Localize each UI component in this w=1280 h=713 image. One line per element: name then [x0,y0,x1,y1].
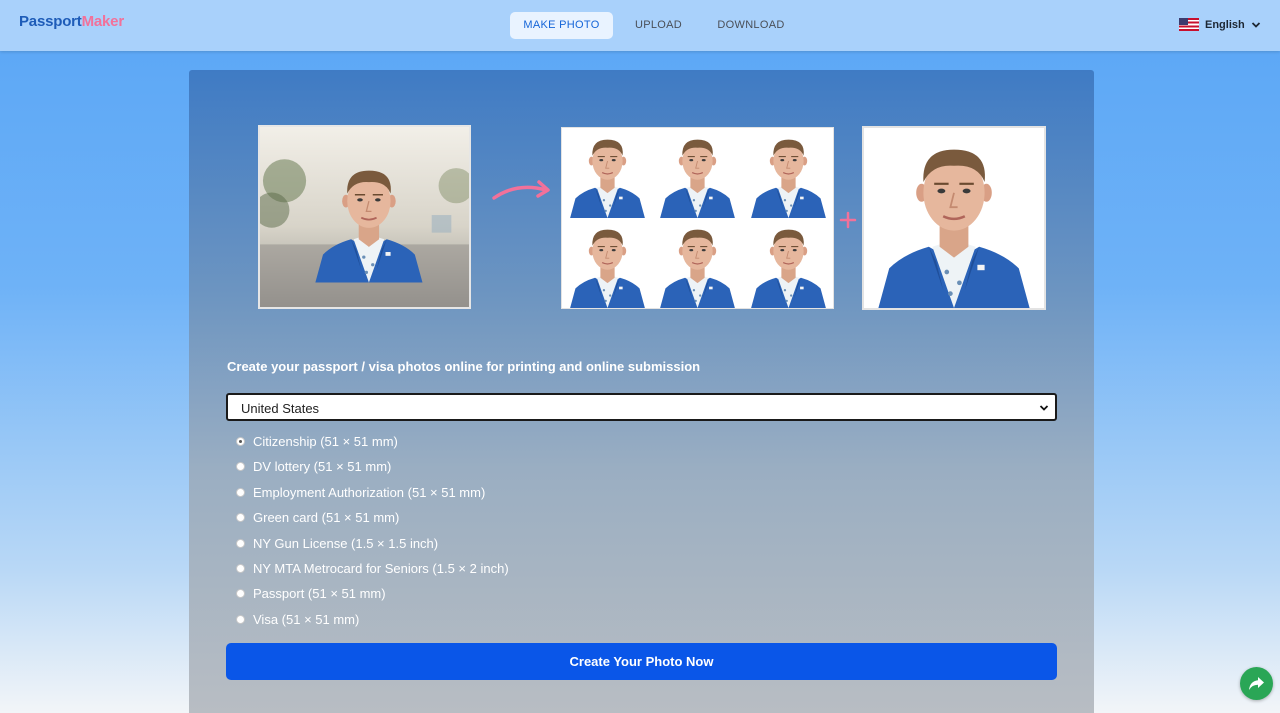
radio-button[interactable] [236,615,245,624]
document-type-label: Green card (51 × 51 mm) [253,510,400,525]
document-type-label: NY MTA Metrocard for Seniors (1.5 × 2 in… [253,561,509,576]
share-arrow-icon [1249,677,1264,690]
brand-name-part1: Passport [19,13,82,30]
share-button[interactable] [1240,667,1273,700]
top-navigation-bar: PassportMaker MAKE PHOTO UPLOAD DOWNLOAD… [0,0,1280,51]
language-label: English [1205,19,1245,31]
print-sheet-preview [561,127,834,309]
document-type-label: NY Gun License (1.5 × 1.5 inch) [253,536,439,551]
document-type-option[interactable]: NY MTA Metrocard for Seniors (1.5 × 2 in… [236,560,636,578]
document-type-option[interactable]: DV lottery (51 × 51 mm) [236,458,636,476]
document-type-option[interactable]: NY Gun License (1.5 × 1.5 inch) [236,535,636,553]
nav-download[interactable]: DOWNLOAD [711,12,791,39]
print-sheet-photo [744,129,833,218]
document-type-label: DV lottery (51 × 51 mm) [253,459,392,474]
document-type-label: Citizenship (51 × 51 mm) [253,434,398,449]
brand-logo[interactable]: PassportMaker [19,13,124,30]
radio-button[interactable] [236,589,245,598]
document-type-option[interactable]: Green card (51 × 51 mm) [236,509,636,527]
chevron-down-icon [1251,22,1261,28]
document-type-label: Passport (51 × 51 mm) [253,586,386,601]
country-select[interactable]: United States [226,393,1057,421]
sample-original-photo [258,125,471,309]
radio-button[interactable] [236,462,245,471]
print-sheet-photo [563,129,652,218]
print-sheet-photo [563,219,652,308]
brand-name-part2: Maker [81,13,125,30]
print-sheet-photo [653,129,742,218]
print-sheet-photo [653,219,742,308]
nav-make-photo[interactable]: MAKE PHOTO [510,12,613,39]
chevron-down-icon [1039,405,1049,411]
us-flag-icon [1179,18,1199,31]
radio-button[interactable] [236,564,245,573]
radio-button[interactable] [236,513,245,522]
nav-upload[interactable]: UPLOAD [626,12,691,39]
document-type-label: Employment Authorization (51 × 51 mm) [253,485,486,500]
document-type-option[interactable]: Employment Authorization (51 × 51 mm) [236,484,636,502]
print-sheet-photo [744,219,833,308]
digital-photo-preview [862,126,1046,310]
form-headline: Create your passport / visa photos onlin… [227,359,701,374]
plus-icon [839,211,857,229]
radio-button[interactable] [236,539,245,548]
document-type-option[interactable]: Visa (51 × 51 mm) [236,611,636,629]
document-type-option[interactable]: Citizenship (51 × 51 mm) [236,433,636,451]
radio-button[interactable] [236,488,245,497]
transform-arrow-icon [492,180,550,200]
create-photo-button[interactable]: Create Your Photo Now [226,643,1057,680]
radio-button[interactable] [236,437,245,446]
document-type-label: Visa (51 × 51 mm) [253,612,360,627]
country-select-value: United States [241,401,320,416]
document-type-option[interactable]: Passport (51 × 51 mm) [236,585,636,603]
